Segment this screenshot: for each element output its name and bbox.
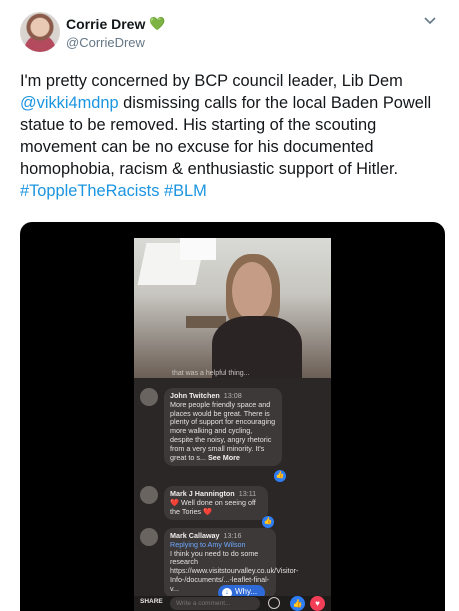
commenter-avatar — [140, 486, 158, 504]
chevron-down-icon[interactable] — [422, 14, 438, 28]
person-face — [232, 262, 272, 320]
like-reaction-icon: 👍 — [262, 516, 274, 528]
hashtag-link[interactable]: #BLM — [164, 182, 207, 200]
commenter-name: Mark J Hannington — [170, 489, 235, 498]
tweet-header: Corrie Drew 💚 @CorrieDrew — [16, 12, 444, 56]
person-body — [212, 316, 302, 378]
tweet-text: I'm pretty concerned by BCP council lead… — [16, 70, 436, 202]
comment-body: ❤️ Well done on seeing off the Tories ❤️ — [170, 497, 256, 516]
video-comment-bar: SHARE 👍 ♥ — [134, 596, 331, 611]
tweet-text-part1: I'm pretty concerned by BCP council lead… — [20, 72, 403, 90]
comment-bubble: John Twitchen 13:08 More people friendly … — [164, 388, 282, 467]
emoji-icon — [268, 597, 280, 609]
commenter-avatar — [140, 528, 158, 546]
reply-to-link: Replying to Amy Wilson — [170, 539, 246, 549]
like-icon: 👍 — [290, 596, 305, 611]
like-reaction-icon: 👍 — [274, 470, 286, 482]
commenter-name: Mark Callaway — [170, 531, 220, 540]
window-shape — [180, 238, 216, 260]
share-button: SHARE — [140, 598, 163, 605]
comment-input — [170, 597, 260, 610]
author-names[interactable]: Corrie Drew 💚 @CorrieDrew — [66, 15, 166, 51]
cut-off-comment: that was a helpful thing... — [172, 370, 250, 377]
commenter-avatar — [140, 388, 158, 406]
comment-bubble: Mark J Hannington 13:11 ❤️ Well done on s… — [164, 486, 268, 521]
mention-link[interactable]: @vikki4mdnp — [20, 94, 119, 112]
video-frame: that was a helpful thing... John Twitche… — [134, 238, 331, 611]
comment-time: 13:11 — [238, 489, 257, 498]
comment-time: 13:16 — [223, 531, 242, 540]
commenter-name: John Twitchen — [170, 391, 220, 400]
tweet-video[interactable]: that was a helpful thing... John Twitche… — [20, 222, 445, 611]
author-handle[interactable]: @CorrieDrew — [66, 34, 166, 51]
comment-time: 13:08 — [223, 391, 242, 400]
chip-label: Why... — [235, 587, 258, 596]
see-more-link: See More — [207, 452, 240, 462]
video-person-area — [134, 238, 331, 378]
avatar[interactable] — [20, 12, 60, 52]
hashtag-link[interactable]: #ToppleTheRacists — [20, 182, 159, 200]
love-icon: ♥ — [310, 596, 325, 611]
green-heart-icon: 💚 — [149, 16, 166, 31]
author-display-name[interactable]: Corrie Drew — [66, 15, 145, 33]
